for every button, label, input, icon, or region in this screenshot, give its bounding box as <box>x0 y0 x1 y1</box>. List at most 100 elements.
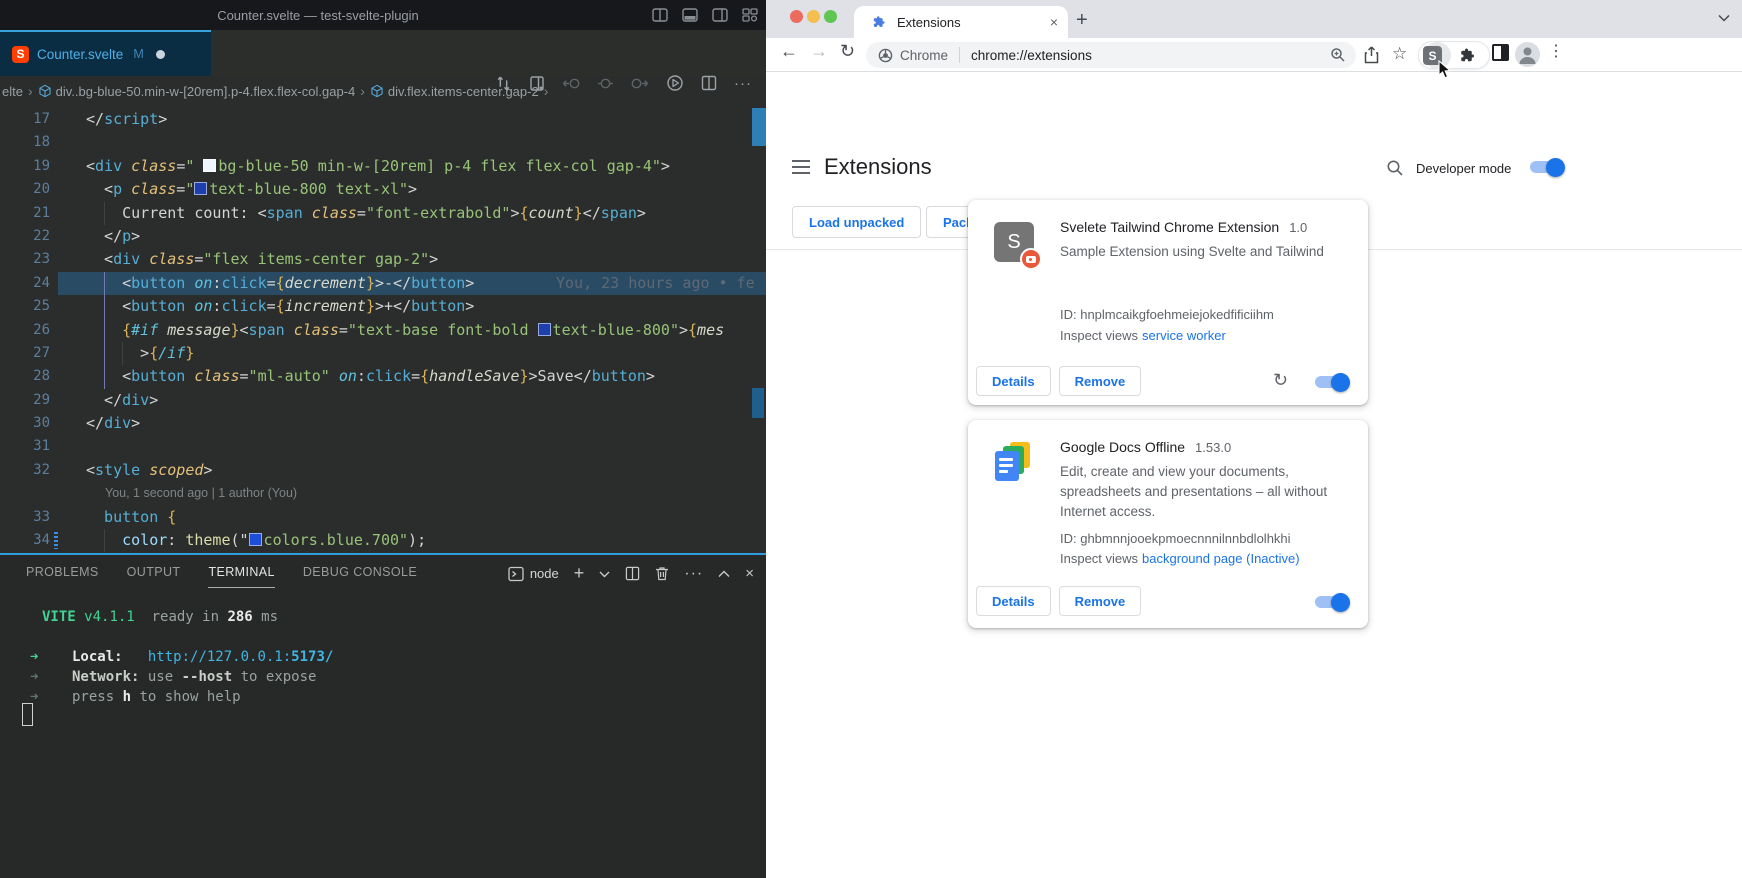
hamburger-menu-icon[interactable] <box>792 160 810 174</box>
breadcrumb-item[interactable]: div.flex.items-center.gap-2 <box>388 84 539 99</box>
browser-tab-extensions[interactable]: Extensions × <box>854 6 1068 38</box>
mac-close-button[interactable] <box>790 10 803 23</box>
share-icon[interactable] <box>1364 46 1379 64</box>
tab-unsaved-dot-icon[interactable] <box>156 50 165 59</box>
color-swatch <box>203 159 216 172</box>
terminal-line-local: ➜Local: http://127.0.0.1:5173/ <box>0 647 766 667</box>
vscode-window: Counter.svelte — test-svelte-plugin S Co… <box>0 0 766 878</box>
code-editor[interactable]: 17</script>1819<div class=" bg-blue-50 m… <box>0 108 766 554</box>
code-line-34[interactable]: 34color: theme("colors.blue.700"); <box>0 529 766 552</box>
mouse-cursor <box>1438 60 1453 80</box>
load-unpacked-button[interactable]: Load unpacked <box>792 206 921 238</box>
search-icon[interactable] <box>1386 159 1404 177</box>
extension-version: 1.0 <box>1289 220 1307 235</box>
tab-close-icon[interactable]: × <box>1050 15 1058 29</box>
back-button[interactable]: ← <box>780 41 798 62</box>
code-line-26[interactable]: 26{#if message}<span class="text-base fo… <box>0 319 766 342</box>
new-tab-button[interactable]: + <box>1076 10 1088 30</box>
extension-id: ID: hnplmcaikgfoehmeiejokedfificiihm <box>1060 307 1274 322</box>
editor-tab-counter-svelte[interactable]: S Counter.svelte M <box>0 30 211 76</box>
extension-id: ID: ghbmnnjooekpmoecnnnilnnbdlolhkhi <box>1060 531 1291 546</box>
details-button[interactable]: Details <box>976 586 1051 616</box>
developer-mode-toggle[interactable] <box>1530 161 1563 173</box>
layout-split-icon[interactable] <box>652 7 668 23</box>
extension-name: Google Docs Offline <box>1060 439 1185 455</box>
color-swatch <box>538 323 551 336</box>
panel-tab-problems[interactable]: PROBLEMS <box>26 565 99 588</box>
code-line-24[interactable]: 24<button on:click={decrement}>-</button… <box>0 272 766 295</box>
panel-tab-debug-console[interactable]: DEBUG CONSOLE <box>303 565 417 588</box>
details-button[interactable]: Details <box>976 366 1051 396</box>
bookmark-star-icon[interactable]: ☆ <box>1392 44 1407 64</box>
forward-button[interactable]: → <box>810 41 828 62</box>
git-blame-annotation: You, 23 hours ago • fe <box>556 272 755 295</box>
extension-version: 1.53.0 <box>1195 440 1231 455</box>
tab-overflow-chevron-icon[interactable] <box>1718 14 1730 22</box>
reload-button[interactable]: ↻ <box>840 41 855 62</box>
code-line-18[interactable]: 18 <box>0 131 766 154</box>
active-indent-guide <box>104 365 105 388</box>
close-panel-icon[interactable]: × <box>745 565 754 582</box>
mac-zoom-button[interactable] <box>824 10 837 23</box>
extension-enabled-toggle[interactable] <box>1315 596 1348 608</box>
tab-modified-badge: M <box>133 47 143 61</box>
side-panel-icon[interactable] <box>1492 44 1509 61</box>
code-line-28[interactable]: 28<button class="ml-auto" on:click={hand… <box>0 365 766 388</box>
breadcrumb-item[interactable]: div..bg-blue-50.min-w-[20rem].p-4.flex.f… <box>56 84 356 99</box>
kill-terminal-trash-icon[interactable] <box>655 566 669 581</box>
terminal-icon <box>508 566 524 582</box>
panel-bottom-icon[interactable] <box>682 7 698 23</box>
remove-button[interactable]: Remove <box>1059 366 1142 396</box>
code-line-17[interactable]: 17</script> <box>0 108 766 131</box>
code-line-33[interactable]: 33button { <box>0 506 766 529</box>
inspect-view-link[interactable]: background page (Inactive) <box>1142 551 1300 566</box>
extensions-puzzle-icon[interactable] <box>1459 47 1477 65</box>
terminal-instance[interactable]: node <box>508 566 559 582</box>
developer-mode-label: Developer mode <box>1416 161 1511 176</box>
symbol-element-icon <box>38 84 52 98</box>
layout-grid-icon[interactable] <box>742 7 758 23</box>
code-line-21[interactable]: 21Current count: <span class="font-extra… <box>0 202 766 225</box>
breadcrumb-file-truncated[interactable]: elte <box>2 84 23 99</box>
code-line-27[interactable]: 27>{/if} <box>0 342 766 365</box>
extension-enabled-toggle[interactable] <box>1315 376 1348 388</box>
shell-label: node <box>530 566 559 581</box>
line-number: 22 <box>0 225 58 248</box>
split-terminal-icon[interactable] <box>625 566 640 581</box>
code-line-30[interactable]: 30</div> <box>0 412 766 435</box>
chrome-menu-kebab-icon[interactable]: ⋮ <box>1548 41 1564 61</box>
code-line-29[interactable]: 29</div> <box>0 389 766 412</box>
zoom-icon[interactable] <box>1330 47 1346 63</box>
terminal-output[interactable]: VITE v4.1.1 ready in 286 ms ➜Local: http… <box>0 607 766 707</box>
reload-extension-icon[interactable]: ↻ <box>1273 370 1288 391</box>
panel-tab-terminal[interactable]: TERMINAL <box>208 565 274 588</box>
extension-description: Sample Extension using Svelte and Tailwi… <box>1060 242 1324 262</box>
panel-tab-output[interactable]: OUTPUT <box>127 565 181 588</box>
vscode-window-title: Counter.svelte — test-svelte-plugin <box>0 8 636 23</box>
extension-icon: S <box>994 222 1034 262</box>
indent-guide <box>122 342 123 365</box>
code-line-19[interactable]: 19<div class=" bg-blue-50 min-w-[20rem] … <box>0 155 766 178</box>
breadcrumb: elte › div..bg-blue-50.min-w-[20rem].p-4… <box>0 76 766 106</box>
codelens-blame[interactable]: You, 1 second ago | 1 author (You) <box>0 482 766 505</box>
puzzle-favicon <box>872 15 887 30</box>
mac-minimize-button[interactable] <box>807 10 820 23</box>
profile-avatar[interactable] <box>1515 42 1540 67</box>
address-bar[interactable]: Chrome chrome://extensions <box>866 42 1356 68</box>
remove-button[interactable]: Remove <box>1059 586 1142 616</box>
code-line-22[interactable]: 22</p> <box>0 225 766 248</box>
code-line-32[interactable]: 32<style scoped> <box>0 459 766 482</box>
url-text[interactable]: chrome://extensions <box>971 48 1330 63</box>
color-swatch <box>194 182 207 195</box>
code-line-23[interactable]: 23<div class="flex items-center gap-2"> <box>0 248 766 271</box>
panel-more-icon[interactable]: ··· <box>684 565 703 583</box>
terminal-dropdown-icon[interactable] <box>599 570 610 578</box>
new-terminal-icon[interactable]: + <box>574 563 585 584</box>
code-line-20[interactable]: 20<p class="text-blue-800 text-xl"> <box>0 178 766 201</box>
line-number: 31 <box>0 435 58 458</box>
code-line-25[interactable]: 25<button on:click={increment}>+</button… <box>0 295 766 318</box>
code-line-31[interactable]: 31 <box>0 435 766 458</box>
panel-right-icon[interactable] <box>712 7 728 23</box>
inspect-view-link[interactable]: service worker <box>1142 328 1226 343</box>
maximize-panel-icon[interactable] <box>718 570 730 578</box>
